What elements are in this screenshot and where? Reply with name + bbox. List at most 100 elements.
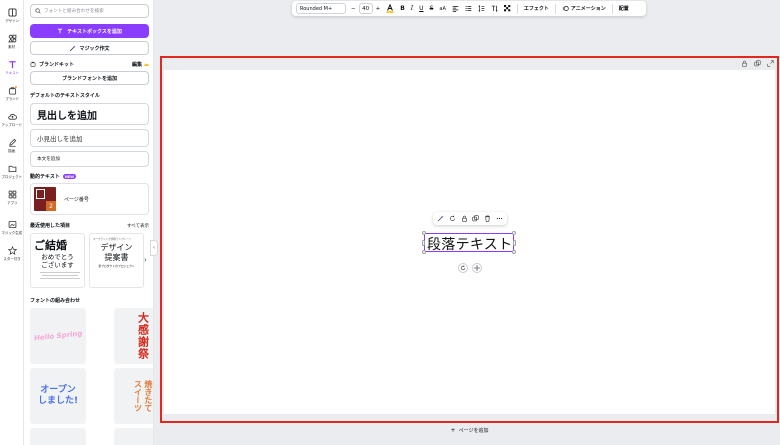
crown-icon bbox=[144, 62, 149, 66]
recent1-sub: おめでとう ございます bbox=[41, 253, 74, 270]
resize-handle[interactable] bbox=[422, 240, 425, 246]
animate-label: アニメーション bbox=[570, 6, 606, 12]
add-textbox-button[interactable]: テキストボックスを追加 bbox=[30, 24, 149, 38]
resize-handle[interactable] bbox=[422, 231, 426, 235]
font-combo-4[interactable]: 焼きたて スイーツ bbox=[114, 368, 153, 424]
combo4-text: 焼きたて スイーツ bbox=[133, 380, 153, 412]
rail-item-magic-media[interactable]: マジック生成 bbox=[0, 216, 24, 242]
search-icon bbox=[35, 8, 41, 14]
add-body-text-button[interactable]: 本文を追加 bbox=[30, 151, 149, 167]
font-family-value: Rounded M+ bbox=[300, 5, 333, 12]
vertical-text-icon bbox=[491, 5, 498, 12]
position-button[interactable]: 配置 bbox=[619, 5, 629, 12]
animate-button[interactable]: アニメーション bbox=[562, 5, 606, 12]
spacing-button[interactable] bbox=[478, 5, 485, 12]
move-button[interactable] bbox=[472, 263, 482, 273]
rail-label: マジック生成 bbox=[1, 231, 23, 235]
resize-handle[interactable] bbox=[512, 231, 516, 235]
folder-icon bbox=[8, 165, 16, 173]
resize-handle[interactable] bbox=[513, 240, 516, 246]
element-transform-controls bbox=[458, 263, 482, 273]
brand-edit-link[interactable]: 編集 bbox=[132, 61, 142, 68]
dynamic-text-header: 動的テキスト NEW bbox=[30, 173, 77, 180]
resize-handle[interactable] bbox=[422, 250, 426, 254]
more-icon[interactable] bbox=[496, 215, 503, 222]
add-page-button[interactable]: + ページを追加 bbox=[164, 424, 775, 436]
resize-handle[interactable] bbox=[512, 250, 516, 254]
recent2-caption: マーケティング資料テンプレート bbox=[93, 238, 132, 241]
trash-icon[interactable] bbox=[484, 215, 491, 222]
left-rail: デザイン 素材 テキスト ブランド アップロード 描画 プロジェクト アプリ マ… bbox=[0, 0, 24, 445]
recent-template-wedding[interactable]: ご結婚 おめでとう ございます bbox=[30, 233, 85, 288]
rail-item-starred[interactable]: スター付き bbox=[0, 242, 24, 268]
decrease-size-button[interactable]: − bbox=[351, 6, 356, 12]
rail-item-projects[interactable]: プロジェクト bbox=[0, 160, 24, 186]
list-button[interactable] bbox=[465, 5, 472, 12]
chevron-right-icon[interactable]: › bbox=[144, 256, 147, 264]
plus-icon: + bbox=[450, 426, 456, 434]
canvas-text[interactable]: 段落テキスト bbox=[427, 234, 512, 254]
font-family-select[interactable]: Rounded M+ bbox=[296, 3, 346, 14]
rail-item-draw[interactable]: 描画 bbox=[0, 134, 24, 160]
font-combo-5[interactable] bbox=[30, 428, 86, 445]
rail-item-brand[interactable]: ブランド bbox=[0, 82, 24, 108]
rail-label: アップロード bbox=[1, 123, 23, 127]
page-number-digit: 2 bbox=[46, 201, 56, 211]
recent-template-proposal[interactable]: マーケティング資料テンプレート デザイン 提案書 新プロダクトのプロジェクト bbox=[89, 233, 144, 288]
underline-button[interactable]: U bbox=[419, 5, 423, 12]
duplicate-icon[interactable] bbox=[472, 215, 479, 222]
increase-size-button[interactable]: + bbox=[376, 6, 381, 12]
font-combo-2[interactable]: 大感謝祭 bbox=[114, 308, 153, 364]
add-brand-fonts-button[interactable]: ブランドフォントを追加 bbox=[30, 71, 149, 85]
italic-button[interactable]: I bbox=[411, 5, 413, 12]
align-button[interactable] bbox=[452, 5, 459, 12]
rail-label: 素材 bbox=[8, 45, 16, 49]
see-all-link[interactable]: すべて表示 bbox=[127, 223, 149, 229]
recent1-title: ご結婚 bbox=[34, 239, 67, 252]
rotate-button[interactable] bbox=[458, 263, 468, 273]
elements-icon bbox=[7, 34, 16, 43]
recent-title: 最近使用した項目 bbox=[30, 223, 71, 229]
expand-icon[interactable] bbox=[767, 60, 774, 67]
strikethrough-button[interactable]: S bbox=[430, 5, 434, 12]
recent2-title: デザイン 提案書 bbox=[100, 243, 133, 262]
star-icon bbox=[7, 246, 17, 255]
magic-write-button[interactable]: マジック作文 bbox=[30, 41, 149, 55]
rail-label: プロジェクト bbox=[1, 175, 23, 179]
transparency-button[interactable] bbox=[503, 5, 511, 12]
page-number-item[interactable]: 2 ページ番号 bbox=[30, 183, 149, 215]
template-icon bbox=[7, 8, 17, 17]
add-textbox-label: テキストボックスを追加 bbox=[67, 28, 122, 35]
font-combo-3[interactable]: オープン しました! bbox=[30, 368, 86, 424]
font-combo-1[interactable]: Hello Spring bbox=[30, 308, 86, 364]
lock-icon[interactable] bbox=[741, 60, 748, 67]
apps-icon bbox=[8, 190, 16, 199]
magic-edit-icon[interactable] bbox=[437, 215, 444, 222]
add-subheading-button[interactable]: 小見出しを追加 bbox=[30, 129, 149, 147]
rail-label: デザイン bbox=[5, 19, 19, 23]
text-color-button[interactable] bbox=[386, 4, 394, 13]
rewrite-icon[interactable] bbox=[449, 215, 456, 222]
font-combo-6[interactable] bbox=[114, 428, 153, 445]
letter-case-button[interactable]: aA bbox=[439, 6, 445, 12]
add-heading-button[interactable]: 見出しを追加 bbox=[30, 103, 149, 125]
bold-button[interactable]: B bbox=[400, 5, 405, 12]
effects-button[interactable]: エフェクト bbox=[524, 5, 549, 12]
rail-item-apps[interactable]: アプリ bbox=[0, 186, 24, 212]
vertical-text-button[interactable] bbox=[491, 5, 498, 12]
rail-item-design[interactable]: デザイン bbox=[0, 4, 24, 30]
rail-item-elements[interactable]: 素材 bbox=[0, 30, 24, 56]
search-input[interactable]: フォントと組み合わせを検索 bbox=[30, 4, 149, 18]
recent2-sub: 新プロダクトのプロジェクト bbox=[98, 264, 135, 269]
font-size-input[interactable]: 40 bbox=[358, 3, 373, 14]
rail-item-upload[interactable]: アップロード bbox=[0, 108, 24, 134]
rail-item-text[interactable]: テキスト bbox=[0, 56, 24, 82]
lock-icon[interactable] bbox=[461, 215, 468, 222]
collapse-panel-button[interactable]: ‹ bbox=[150, 240, 158, 256]
heading-label: 見出しを追加 bbox=[37, 110, 97, 122]
font-size-stepper: − 40 + bbox=[351, 3, 380, 14]
text-icon bbox=[8, 61, 16, 69]
combos-title: フォントの組み合わせ bbox=[30, 298, 81, 304]
default-styles-title: デフォルトのテキストスタイル bbox=[30, 93, 100, 99]
duplicate-icon[interactable] bbox=[754, 60, 761, 67]
